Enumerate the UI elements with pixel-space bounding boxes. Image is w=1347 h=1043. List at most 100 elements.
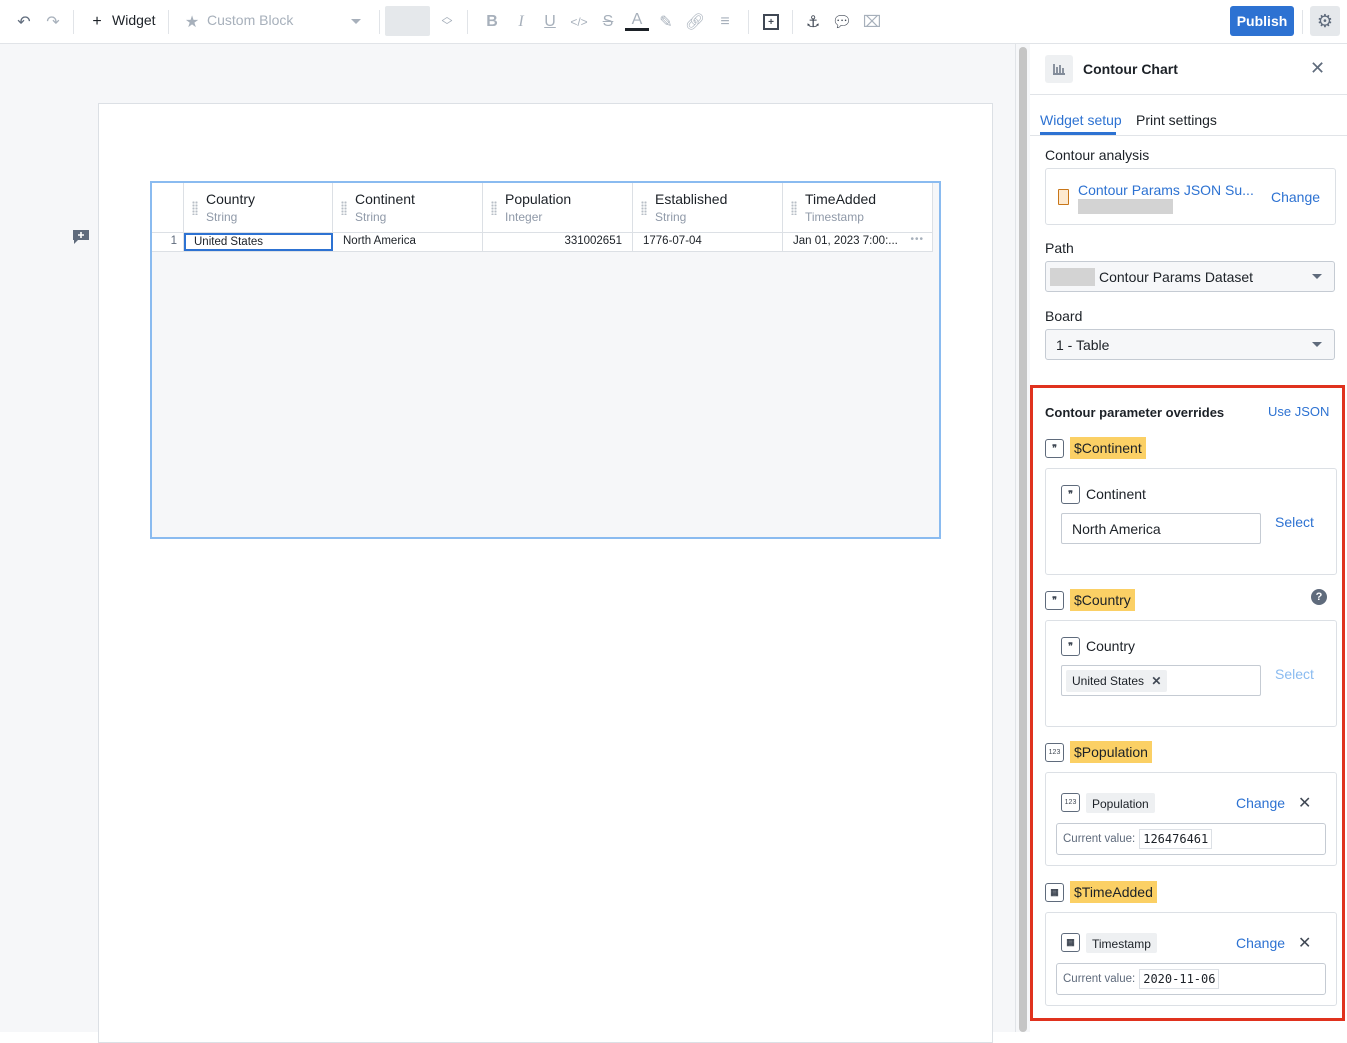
tab-widget-setup[interactable]: Widget setup bbox=[1040, 112, 1122, 128]
string-quote-icon: ❞ bbox=[1061, 485, 1080, 504]
row-number-header bbox=[152, 183, 184, 233]
code-icon[interactable]: </> bbox=[567, 10, 591, 34]
country-multiselect[interactable]: United States ✕ bbox=[1061, 665, 1261, 696]
italic-icon[interactable]: I bbox=[509, 10, 533, 34]
calendar-icon: ▦ bbox=[1061, 933, 1080, 952]
select-button[interactable]: Select bbox=[1275, 514, 1314, 530]
drag-handle-icon[interactable] bbox=[491, 201, 497, 215]
parameter-field-chip: Timestamp bbox=[1086, 933, 1157, 953]
divider bbox=[168, 10, 169, 34]
change-button[interactable]: Change bbox=[1236, 795, 1285, 811]
font-size-stepper-icon[interactable]: ︿ ﹀ bbox=[435, 10, 459, 34]
strikethrough-icon[interactable]: S bbox=[596, 10, 620, 34]
drag-handle-icon[interactable] bbox=[192, 201, 198, 215]
use-json-button[interactable]: Use JSON bbox=[1268, 404, 1329, 419]
remove-chip-icon[interactable]: ✕ bbox=[1151, 674, 1161, 688]
settings-gear-icon[interactable]: ⚙ bbox=[1310, 6, 1340, 36]
contour-analysis-label: Contour analysis bbox=[1045, 147, 1150, 163]
font-size-input[interactable] bbox=[385, 6, 430, 36]
align-left-icon[interactable]: ≡ bbox=[713, 10, 737, 34]
column-header[interactable]: Established String bbox=[633, 183, 783, 233]
table-header: Country String Continent String Population… bbox=[152, 183, 933, 233]
star-icon: ★ bbox=[184, 14, 200, 31]
block-type-select[interactable]: Custom Block bbox=[207, 12, 293, 28]
column-header[interactable]: Continent String bbox=[333, 183, 483, 233]
string-quote-icon: ❞ bbox=[1061, 637, 1080, 656]
parameter-field-label: Country bbox=[1086, 638, 1136, 654]
column-header[interactable]: Population Integer bbox=[483, 183, 633, 233]
add-widget-button[interactable]: Widget bbox=[112, 12, 156, 28]
board-select[interactable]: 1 - Table bbox=[1045, 329, 1335, 360]
current-value-box: Current value: 2020-11-06 bbox=[1056, 963, 1326, 995]
table-cell[interactable]: North America bbox=[333, 233, 483, 251]
clear-format-icon[interactable]: ⌧ bbox=[860, 10, 884, 34]
continent-input[interactable]: North America bbox=[1061, 513, 1261, 544]
table-cell[interactable]: 1776-07-04 bbox=[633, 233, 783, 251]
drag-handle-icon[interactable] bbox=[641, 201, 647, 215]
path-label: Path bbox=[1045, 240, 1074, 256]
publish-button[interactable]: Publish bbox=[1230, 6, 1294, 36]
table-cell-selected[interactable]: United States bbox=[184, 233, 333, 251]
column-header[interactable]: TimeAdded Timestamp bbox=[783, 183, 933, 233]
scrollbar-thumb[interactable] bbox=[1019, 47, 1027, 1032]
toolbar: ↶ ↷ + Widget ★ Custom Block ︿ ﹀ B I U </>… bbox=[0, 0, 1347, 44]
divider bbox=[379, 10, 380, 34]
analysis-file-icon bbox=[1058, 189, 1069, 205]
parameter-card: ❞ Country United States ✕ Select bbox=[1045, 620, 1337, 727]
highlight-icon[interactable]: ✎ bbox=[654, 10, 678, 34]
help-icon[interactable]: ? bbox=[1311, 589, 1327, 605]
table-widget[interactable]: Country String Continent String Population… bbox=[150, 181, 941, 539]
redo-icon[interactable]: ↷ bbox=[41, 10, 65, 34]
parameter-tag: $Population bbox=[1070, 741, 1152, 763]
change-analysis-button[interactable]: Change bbox=[1271, 189, 1320, 205]
overrides-title: Contour parameter overrides bbox=[1045, 405, 1225, 420]
board-label: Board bbox=[1045, 308, 1083, 324]
text-color-icon[interactable]: A bbox=[625, 11, 649, 31]
panel-tabs: Widget setup Print settings bbox=[1030, 95, 1347, 136]
table-row[interactable]: 1 United States North America 331002651 … bbox=[152, 233, 933, 252]
close-icon[interactable]: ✕ bbox=[1310, 58, 1325, 79]
path-select[interactable]: Contour Params Dataset bbox=[1045, 261, 1335, 292]
number-icon: 123 bbox=[1061, 793, 1080, 812]
remove-override-icon[interactable]: ✕ bbox=[1298, 933, 1311, 953]
drag-handle-icon[interactable] bbox=[341, 201, 347, 215]
string-quote-icon: ❞ bbox=[1045, 439, 1064, 458]
selected-chip: United States ✕ bbox=[1066, 670, 1168, 692]
insert-block-icon[interactable]: + bbox=[759, 10, 783, 34]
analysis-link[interactable]: Contour Params JSON Su... bbox=[1078, 182, 1254, 198]
undo-icon[interactable]: ↶ bbox=[12, 10, 36, 34]
parameter-card: ❞ Continent North America Select bbox=[1045, 468, 1337, 575]
canvas-scrollbar[interactable] bbox=[1015, 44, 1030, 1032]
bold-icon[interactable]: B bbox=[480, 10, 504, 34]
panel-header: Contour Chart ✕ bbox=[1030, 44, 1347, 95]
current-value: 2020-11-06 bbox=[1139, 969, 1220, 989]
analysis-card: Contour Params JSON Su... Change bbox=[1045, 168, 1336, 225]
current-value-box: Current value: 126476461 bbox=[1056, 823, 1326, 855]
remove-override-icon[interactable]: ✕ bbox=[1298, 793, 1311, 813]
comment-icon[interactable]: 💬︎ bbox=[830, 10, 854, 34]
anchor-icon[interactable]: ⚓︎ bbox=[801, 10, 825, 34]
divider bbox=[792, 10, 793, 34]
calendar-icon: ▦ bbox=[1045, 883, 1064, 902]
table-cell[interactable]: Jan 01, 2023 7:00:... ••• bbox=[783, 233, 933, 251]
column-header[interactable]: Country String bbox=[184, 183, 333, 233]
table-cell[interactable]: 331002651 bbox=[483, 233, 633, 251]
underline-icon[interactable]: U bbox=[538, 10, 562, 34]
row-menu-icon[interactable]: ••• bbox=[910, 234, 924, 245]
chevron-down-icon[interactable] bbox=[351, 19, 361, 24]
drag-handle-icon[interactable] bbox=[791, 201, 797, 215]
redacted-text bbox=[1050, 267, 1095, 286]
add-comment-icon[interactable] bbox=[72, 229, 90, 245]
divider bbox=[748, 10, 749, 34]
parameter-overrides-section: Contour parameter overrides Use JSON ❞ $… bbox=[1030, 385, 1345, 1021]
divider bbox=[467, 10, 468, 34]
tab-print-settings[interactable]: Print settings bbox=[1136, 112, 1217, 128]
active-tab-indicator bbox=[1040, 132, 1116, 135]
widget-config-panel: Contour Chart ✕ Widget setup Print setti… bbox=[1030, 44, 1347, 1032]
panel-title: Contour Chart bbox=[1083, 61, 1178, 77]
link-icon[interactable]: 🔗︎ bbox=[683, 10, 707, 34]
chevron-down-icon bbox=[1312, 274, 1322, 279]
select-button-disabled[interactable]: Select bbox=[1275, 666, 1314, 682]
change-button[interactable]: Change bbox=[1236, 935, 1285, 951]
bar-chart-icon bbox=[1045, 55, 1073, 83]
